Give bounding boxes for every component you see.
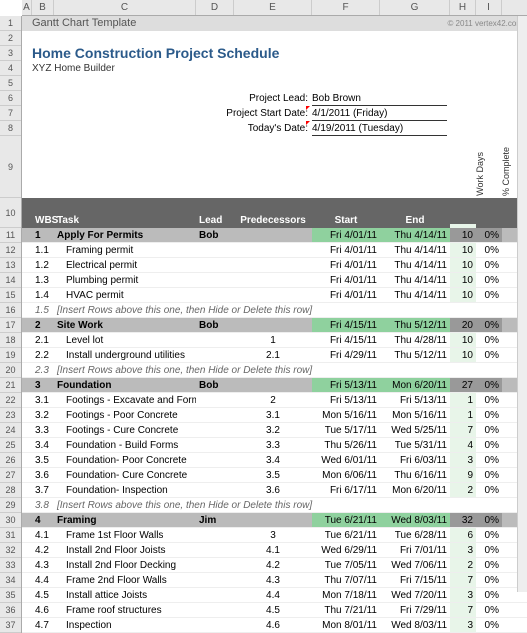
table-row[interactable]: 3.8[Insert Rows above this one, then Hid… [22,498,527,513]
lead-header: Lead [196,213,234,228]
comment-indicator-icon [306,106,310,110]
table-row[interactable]: 2.3[Insert Rows above this one, then Hid… [22,363,527,378]
table-row[interactable]: 4.7Inspection4.6Mon 8/01/11Wed 8/03/1130… [22,618,527,633]
table-row[interactable]: 4.6Frame roof structures4.5Thu 7/21/11Fr… [22,603,527,618]
template-title-bar: Gantt Chart Template © 2011 vertex42.com [22,16,527,31]
row-header-30[interactable]: 30 [0,513,21,528]
pred-header: Predecessors [234,213,312,228]
table-row[interactable]: 3FoundationBobFri 5/13/11Mon 6/20/11270% [22,378,527,393]
row-header-16[interactable]: 16 [0,303,21,318]
spreadsheet-area: Gantt Chart Template © 2011 vertex42.com… [22,16,527,592]
table-row[interactable]: 2.1Level lot1Fri 4/15/11Thu 4/28/11100% [22,333,527,348]
col-D[interactable]: D [196,0,234,15]
row-header-27[interactable]: 27 [0,468,21,483]
row-header-18[interactable]: 18 [0,333,21,348]
row-header-5[interactable]: 5 [0,76,21,91]
row-header-21[interactable]: 21 [0,378,21,393]
table-header-row: WBS Task Lead Predecessors Start End [22,198,527,228]
today-date-label: Today's Date: [22,121,312,136]
wbs-header: WBS [32,213,54,228]
table-row[interactable]: 2.2Install underground utilities2.1Fri 4… [22,348,527,363]
row-header-33[interactable]: 33 [0,558,21,573]
table-row[interactable]: 3.5Foundation- Poor Concrete3.4Wed 6/01/… [22,453,527,468]
end-header: End [380,213,450,228]
pct-complete-header: % Complete [501,147,511,196]
row-header-20[interactable]: 20 [0,363,21,378]
table-row[interactable]: 2Site WorkBobFri 4/15/11Thu 5/12/11200% [22,318,527,333]
row-header-10[interactable]: 10 [0,198,21,228]
start-date-label: Project Start Date: [22,106,312,121]
table-row[interactable]: 4.3Install 2nd Floor Decking4.2Tue 7/05/… [22,558,527,573]
row-header-28[interactable]: 28 [0,483,21,498]
row-header-34[interactable]: 34 [0,573,21,588]
row-header-13[interactable]: 13 [0,258,21,273]
start-date-value[interactable]: 4/1/2011 (Friday) [312,106,447,121]
col-F[interactable]: F [312,0,380,15]
row-header-22[interactable]: 22 [0,393,21,408]
row-headers: 1234567891011121314151617181920212223242… [0,16,22,633]
row-header-25[interactable]: 25 [0,438,21,453]
row-header-8[interactable]: 8 [0,121,21,136]
vertical-scrollbar[interactable] [517,16,527,592]
row-header-11[interactable]: 11 [0,228,21,243]
row-header-31[interactable]: 31 [0,528,21,543]
table-row[interactable]: 1.1Framing permitFri 4/01/11Thu 4/14/111… [22,243,527,258]
project-lead-value[interactable]: Bob Brown [312,91,447,106]
row-header-23[interactable]: 23 [0,408,21,423]
col-H[interactable]: H [450,0,476,15]
start-header: Start [312,213,380,228]
col-A[interactable]: A [22,0,32,15]
page-title: Home Construction Project Schedule [22,46,527,61]
table-row[interactable]: 3.6Foundation- Cure Concrete3.5Mon 6/06/… [22,468,527,483]
row-header-15[interactable]: 15 [0,288,21,303]
table-row[interactable]: 4FramingJimTue 6/21/11Wed 8/03/11320% [22,513,527,528]
table-row[interactable]: 4.5Install attice Joists4.4Mon 7/18/11We… [22,588,527,603]
project-lead-label: Project Lead: [22,91,312,106]
row-header-29[interactable]: 29 [0,498,21,513]
table-row[interactable]: 3.2Footings - Poor Concrete3.1Mon 5/16/1… [22,408,527,423]
col-G[interactable]: G [380,0,450,15]
row-header-32[interactable]: 32 [0,543,21,558]
row-header-2[interactable]: 2 [0,31,21,46]
table-row[interactable]: 1.2Electrical permitFri 4/01/11Thu 4/14/… [22,258,527,273]
row-header-35[interactable]: 35 [0,588,21,603]
table-row[interactable]: 3.4Foundation - Build Forms3.3Thu 5/26/1… [22,438,527,453]
table-row[interactable]: 3.1Footings - Excavate and Form2Fri 5/13… [22,393,527,408]
row-header-7[interactable]: 7 [0,106,21,121]
table-row[interactable]: 3.7Foundation- Inspection3.6Fri 6/17/11M… [22,483,527,498]
row-header-19[interactable]: 19 [0,348,21,363]
row-header-3[interactable]: 3 [0,46,21,61]
row-header-26[interactable]: 26 [0,453,21,468]
table-row[interactable]: 4.4Frame 2nd Floor Walls4.3Thu 7/07/11Fr… [22,573,527,588]
col-E[interactable]: E [234,0,312,15]
table-row[interactable]: 1.3Plumbing permitFri 4/01/11Thu 4/14/11… [22,273,527,288]
col-C[interactable]: C [54,0,196,15]
column-headers: A B C D E F G H I [22,0,527,16]
col-B[interactable]: B [32,0,54,15]
table-row[interactable]: 1Apply For PermitsBobFri 4/01/11Thu 4/14… [22,228,527,243]
table-row[interactable]: 1.5[Insert Rows above this one, then Hid… [22,303,527,318]
row-header-36[interactable]: 36 [0,603,21,618]
col-I[interactable]: I [476,0,502,15]
today-date-value[interactable]: 4/19/2011 (Tuesday) [312,121,447,136]
row-header-1[interactable]: 1 [0,16,21,31]
row-header-9[interactable]: 9 [0,136,21,198]
table-row[interactable]: 3.3Footings - Cure Concrete3.2Tue 5/17/1… [22,423,527,438]
table-row[interactable]: 1.4HVAC permitFri 4/01/11Thu 4/14/11100% [22,288,527,303]
table-row[interactable]: 4.1Frame 1st Floor Walls3Tue 6/21/11Tue … [22,528,527,543]
task-header: Task [54,213,196,228]
comment-indicator-icon [306,121,310,125]
row-header-17[interactable]: 17 [0,318,21,333]
row-header-4[interactable]: 4 [0,61,21,76]
template-name: Gantt Chart Template [32,17,136,29]
subtitle: XYZ Home Builder [22,61,527,76]
copyright: © 2011 vertex42.com [447,16,523,31]
row-header-24[interactable]: 24 [0,423,21,438]
row-header-14[interactable]: 14 [0,273,21,288]
table-row[interactable]: 4.2Install 2nd Floor Joists4.1Wed 6/29/1… [22,543,527,558]
row-header-37[interactable]: 37 [0,618,21,633]
row-header-6[interactable]: 6 [0,91,21,106]
row-header-12[interactable]: 12 [0,243,21,258]
work-days-header: Work Days [475,152,485,196]
